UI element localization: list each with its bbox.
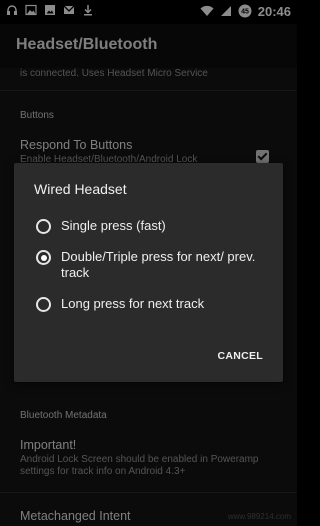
option-double-triple-press[interactable]: Double/Triple press for next/ prev. trac… bbox=[36, 249, 269, 281]
option-long-press[interactable]: Long press for next track bbox=[36, 296, 269, 312]
option-single-press[interactable]: Single press (fast) bbox=[36, 218, 269, 234]
wired-headset-dialog: Wired Headset Single press (fast) Double… bbox=[14, 163, 283, 382]
option-label: Long press for next track bbox=[61, 296, 205, 311]
option-label: Double/Triple press for next/ prev. trac… bbox=[61, 249, 256, 280]
radio-button-selected[interactable] bbox=[36, 250, 51, 265]
radio-button[interactable] bbox=[36, 219, 51, 234]
cancel-button[interactable]: CANCEL bbox=[217, 350, 263, 362]
radio-button[interactable] bbox=[36, 297, 51, 312]
option-label: Single press (fast) bbox=[61, 218, 166, 233]
dialog-title: Wired Headset bbox=[34, 181, 127, 197]
